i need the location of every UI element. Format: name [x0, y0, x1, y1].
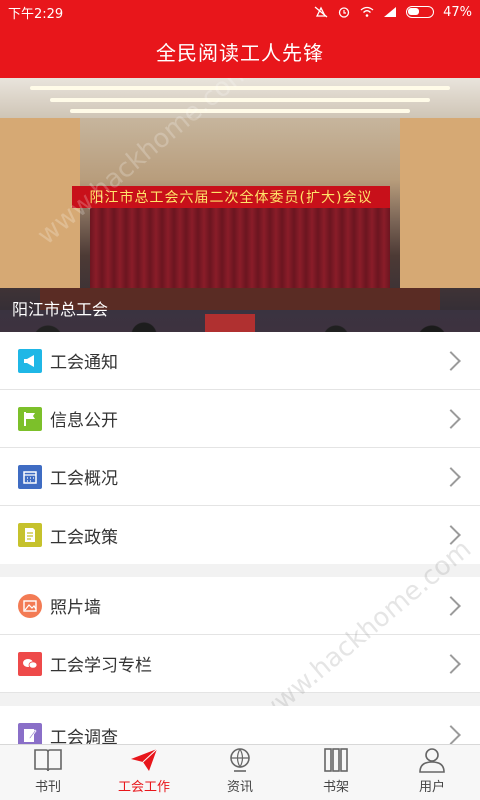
- meeting-banner-sign: 阳江市总工会六届二次全体委员(扩大)会议: [72, 186, 390, 208]
- chevron-right-icon: [441, 725, 461, 745]
- alarm-icon: [338, 7, 350, 18]
- ceiling-light: [50, 98, 430, 102]
- app-header: 全民阅读工人先锋: [0, 24, 480, 78]
- menu-item-union-policy[interactable]: 工会政策: [0, 506, 480, 564]
- status-time: 下午2:29: [8, 6, 64, 22]
- wifi-icon: [360, 6, 374, 17]
- tab-bookshelf[interactable]: 书架: [288, 745, 384, 800]
- tab-label: 工会工作: [117, 780, 170, 795]
- ceiling-light: [70, 109, 410, 113]
- chevron-right-icon: [441, 653, 461, 674]
- chevron-right-icon: [441, 466, 461, 487]
- menu-group-primary: 工会通知 信息公开 工会概况 工会政策: [0, 332, 480, 564]
- globe-icon: [230, 748, 250, 772]
- menu-group-secondary: 照片墙 工会学习专栏 www.hackhome.com: [0, 534, 480, 730]
- flag-icon: [18, 406, 42, 431]
- tab-news[interactable]: 资讯: [192, 745, 288, 800]
- menu-item-photo-wall[interactable]: 照片墙: [0, 577, 480, 635]
- chevron-right-icon: [441, 408, 461, 429]
- book-icon: [34, 749, 62, 772]
- bottom-tab-bar: 书刊 工会工作 资讯 书架 用户: [0, 744, 480, 800]
- chevron-right-icon: [441, 595, 461, 616]
- chat-icon: [18, 651, 42, 676]
- document-icon: [18, 523, 42, 547]
- tab-union-work[interactable]: 工会工作: [96, 745, 192, 800]
- megaphone-icon: [18, 348, 42, 373]
- tab-label: 书架: [322, 780, 349, 795]
- paper-plane-icon: [131, 748, 158, 771]
- menu-item-label: 工会政策: [50, 527, 118, 548]
- calendar-icon: [18, 464, 42, 489]
- mute-icon: [314, 6, 328, 18]
- aisle-carpet: [205, 314, 255, 332]
- wall-right: [400, 118, 480, 288]
- tab-books[interactable]: 书刊: [0, 745, 96, 800]
- user-icon: [419, 748, 445, 773]
- menu-item-info-public[interactable]: 信息公开: [0, 390, 480, 448]
- menu-item-study-column[interactable]: 工会学习专栏: [0, 635, 480, 693]
- battery-icon: [406, 6, 435, 18]
- tab-label: 用户: [418, 780, 445, 795]
- menu-item-union-notice[interactable]: 工会通知: [0, 332, 480, 390]
- menu-item-union-overview[interactable]: 工会概况: [0, 448, 480, 506]
- wall-left: [0, 118, 80, 288]
- photo-icon: [18, 593, 42, 618]
- menu-item-label: 工会概况: [50, 469, 118, 489]
- page-title: 全民阅读工人先锋: [156, 40, 324, 65]
- menu-item-label: 信息公开: [50, 411, 118, 431]
- banner-image[interactable]: 阳江市总工会六届二次全体委员(扩大)会议 阳江市总工会 www.hackhome…: [0, 78, 480, 332]
- ceiling-light: [30, 86, 450, 90]
- menu-item-label: 照片墙: [50, 598, 101, 618]
- tab-label: 书刊: [34, 780, 61, 795]
- menu-item-label: 工会学习专栏: [50, 656, 152, 676]
- signal-icon: [384, 7, 397, 17]
- chevron-right-icon: [441, 350, 461, 371]
- status-bar: 下午2:29 47%: [0, 0, 480, 24]
- battery-level: 47%: [443, 4, 472, 20]
- chevron-right-icon: [441, 525, 461, 545]
- tab-label: 资讯: [226, 780, 253, 795]
- bookshelf-icon: [324, 748, 348, 772]
- tab-user[interactable]: 用户: [384, 745, 480, 800]
- banner-caption: 阳江市总工会: [12, 300, 109, 319]
- menu-item-label: 工会通知: [50, 353, 118, 373]
